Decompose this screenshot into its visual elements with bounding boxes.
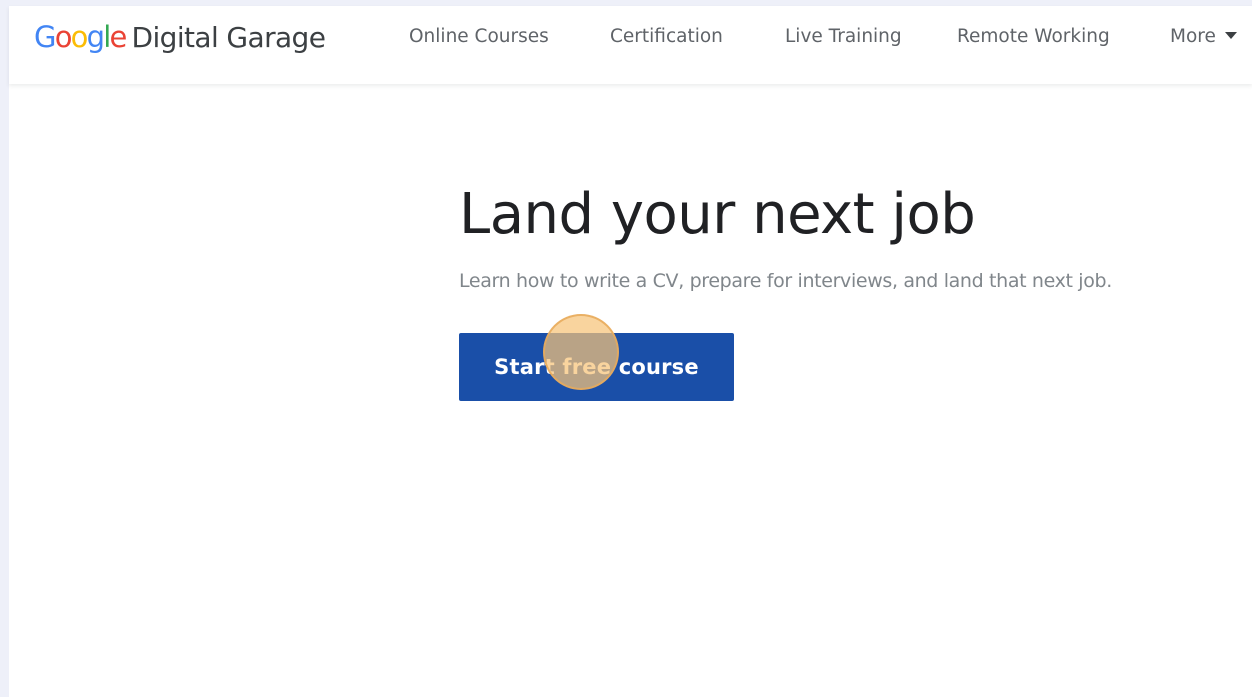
- nav-more-dropdown[interactable]: More: [1170, 26, 1237, 47]
- logo-product-name: Digital Garage: [131, 21, 326, 54]
- nav-online-courses[interactable]: Online Courses: [409, 26, 549, 47]
- nav-remote-working[interactable]: Remote Working: [957, 26, 1110, 47]
- page: Google Digital Garage Online Courses Cer…: [9, 6, 1252, 697]
- nav-label: Certification: [610, 26, 723, 47]
- logo-letter: o: [70, 20, 89, 54]
- google-wordmark: Google: [34, 20, 127, 54]
- top-navigation-bar: Google Digital Garage Online Courses Cer…: [9, 6, 1252, 84]
- start-free-course-button[interactable]: Start free course: [459, 333, 734, 401]
- logo-letter: g: [86, 20, 105, 54]
- nav-label: Remote Working: [957, 26, 1110, 47]
- nav-label: Live Training: [785, 26, 902, 47]
- nav-live-training[interactable]: Live Training: [785, 26, 902, 47]
- hero-title: Land your next job: [459, 182, 976, 247]
- logo-letter: G: [34, 20, 56, 54]
- caret-down-icon: [1224, 32, 1237, 39]
- google-digital-garage-logo[interactable]: Google Digital Garage: [34, 20, 326, 60]
- nav-certification[interactable]: Certification: [610, 26, 723, 47]
- nav-label: More: [1170, 26, 1216, 47]
- logo-letter: e: [109, 20, 127, 54]
- logo-letter: o: [54, 20, 73, 54]
- hero-subtitle: Learn how to write a CV, prepare for int…: [459, 270, 1112, 292]
- nav-label: Online Courses: [409, 26, 549, 47]
